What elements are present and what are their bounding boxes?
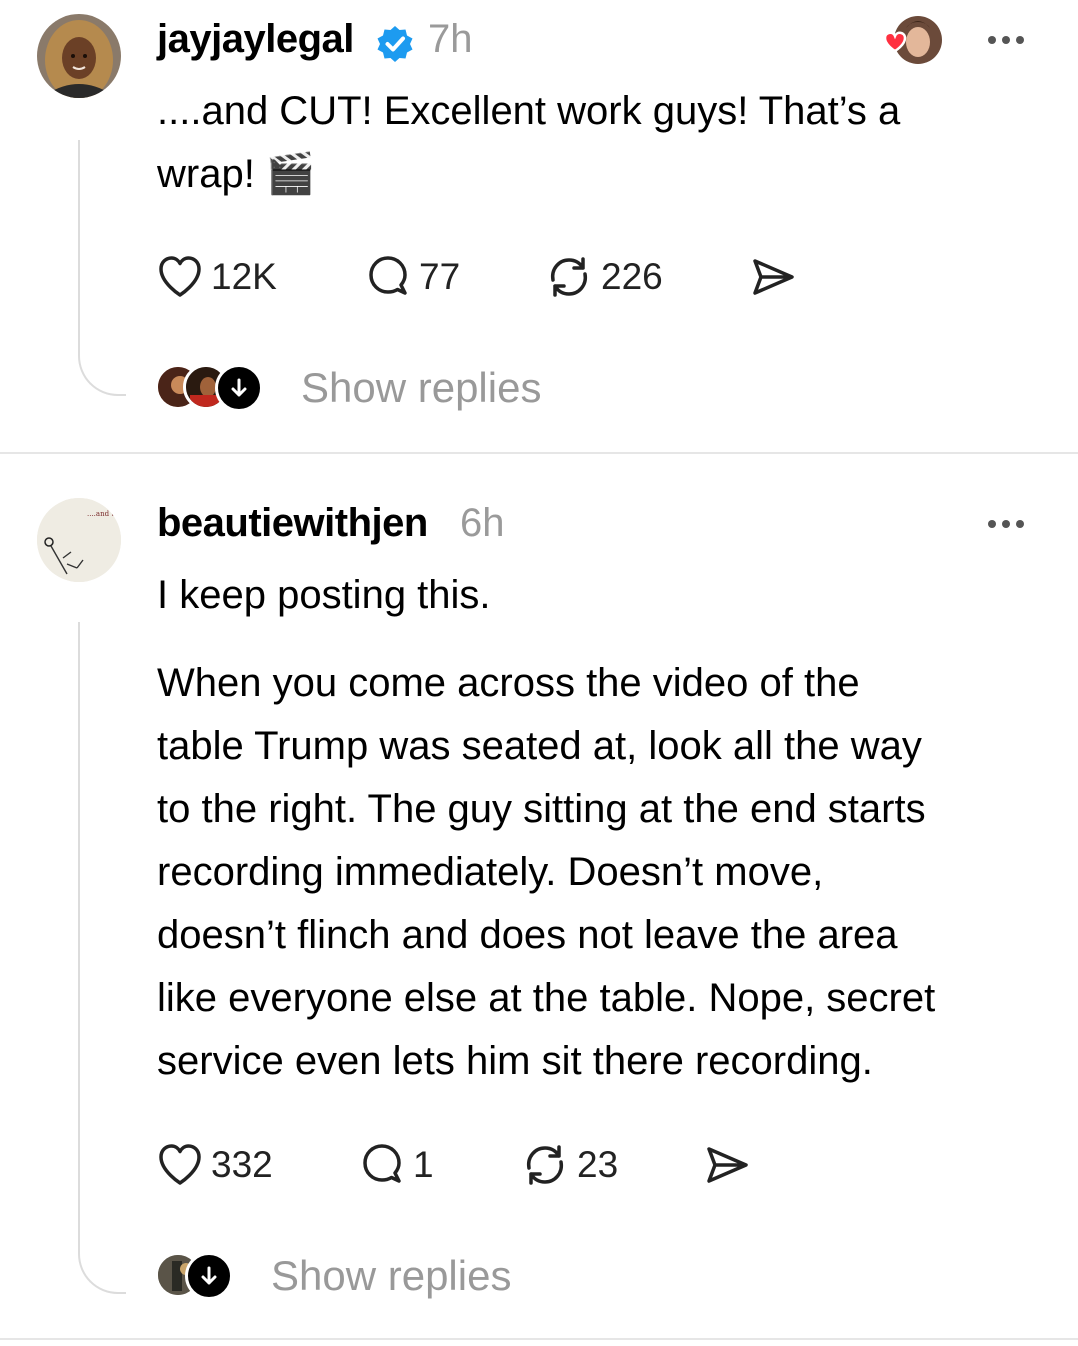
comment-button[interactable]: 1 xyxy=(359,1140,434,1190)
username[interactable]: beautiewithjen xyxy=(157,501,428,546)
post-text-line: like everyone else at the table. Nope, s… xyxy=(157,976,936,1020)
action-bar: 332 1 23 xyxy=(157,1140,797,1190)
post-text-line: doesn’t flinch and does not leave the ar… xyxy=(157,913,898,957)
chevron-down-icon xyxy=(215,364,263,412)
comment-bubble-icon xyxy=(369,256,407,295)
liked-by-avatar[interactable] xyxy=(876,14,942,70)
like-count: 12K xyxy=(211,256,277,297)
heart-icon xyxy=(159,1144,201,1185)
post-time: 6h xyxy=(460,501,505,545)
post-text-line: wrap! 🎬 xyxy=(157,152,316,196)
comment-count: 1 xyxy=(413,1144,434,1185)
avatar[interactable] xyxy=(37,14,121,98)
share-button[interactable] xyxy=(749,252,797,302)
repost-count: 226 xyxy=(601,256,663,297)
avatar-caption: ....and then she said. xyxy=(87,510,121,518)
repost-icon xyxy=(550,257,588,297)
heart-icon xyxy=(159,256,201,297)
more-icon[interactable] xyxy=(988,36,1024,44)
show-replies-row[interactable]: Show replies xyxy=(155,1250,655,1302)
comment-button[interactable]: 77 xyxy=(365,252,460,302)
show-replies-link[interactable]: Show replies xyxy=(271,1252,511,1300)
username[interactable]: jayjaylegal xyxy=(157,17,354,62)
send-icon xyxy=(753,259,794,295)
repost-count: 23 xyxy=(577,1144,619,1185)
repost-button[interactable]: 226 xyxy=(545,252,663,302)
like-count: 332 xyxy=(211,1144,273,1185)
post-time: 7h xyxy=(428,17,473,61)
post-text: I keep posting this. When you come acros… xyxy=(157,564,1047,1093)
post-text-line: ....and CUT! Excellent work guys! That’s… xyxy=(157,89,901,133)
comment-bubble-icon xyxy=(363,1144,401,1183)
like-button[interactable]: 12K xyxy=(157,252,277,302)
post-text-line: recording immediately. Doesn’t move, xyxy=(157,850,824,894)
post-text-line: When you come across the video of the xyxy=(157,661,860,705)
repost-button[interactable]: 23 xyxy=(521,1140,618,1190)
post-text-line: service even lets him sit there recordin… xyxy=(157,1039,873,1083)
avatar[interactable]: ....and then she said. xyxy=(37,498,121,582)
like-button[interactable]: 332 xyxy=(157,1140,273,1190)
show-replies-row[interactable]: Show replies xyxy=(155,362,655,414)
post-text-line: to the right. The guy sitting at the end… xyxy=(157,787,926,831)
post-divider xyxy=(0,1338,1078,1340)
post-text: ....and CUT! Excellent work guys! That’s… xyxy=(157,80,1047,206)
post-beautiewithjen: ....and then she said. beautiewithjen 6h… xyxy=(0,454,1078,1340)
action-bar: 12K 77 226 xyxy=(157,252,857,302)
repost-icon xyxy=(526,1145,564,1185)
post-paragraph: I keep posting this. xyxy=(157,573,491,617)
thread-line xyxy=(78,140,126,396)
thread-line xyxy=(78,622,126,1294)
more-icon[interactable] xyxy=(988,520,1024,528)
verified-badge-icon xyxy=(377,26,413,62)
comment-count: 77 xyxy=(419,256,461,297)
post-text-line: table Trump was seated at, look all the … xyxy=(157,724,922,768)
chevron-down-icon xyxy=(185,1252,233,1300)
share-button[interactable] xyxy=(703,1140,751,1190)
show-replies-link[interactable]: Show replies xyxy=(301,364,541,412)
post-jayjaylegal: jayjaylegal 7h ....and CUT! Excellent wo… xyxy=(0,0,1078,452)
send-icon xyxy=(707,1147,748,1183)
